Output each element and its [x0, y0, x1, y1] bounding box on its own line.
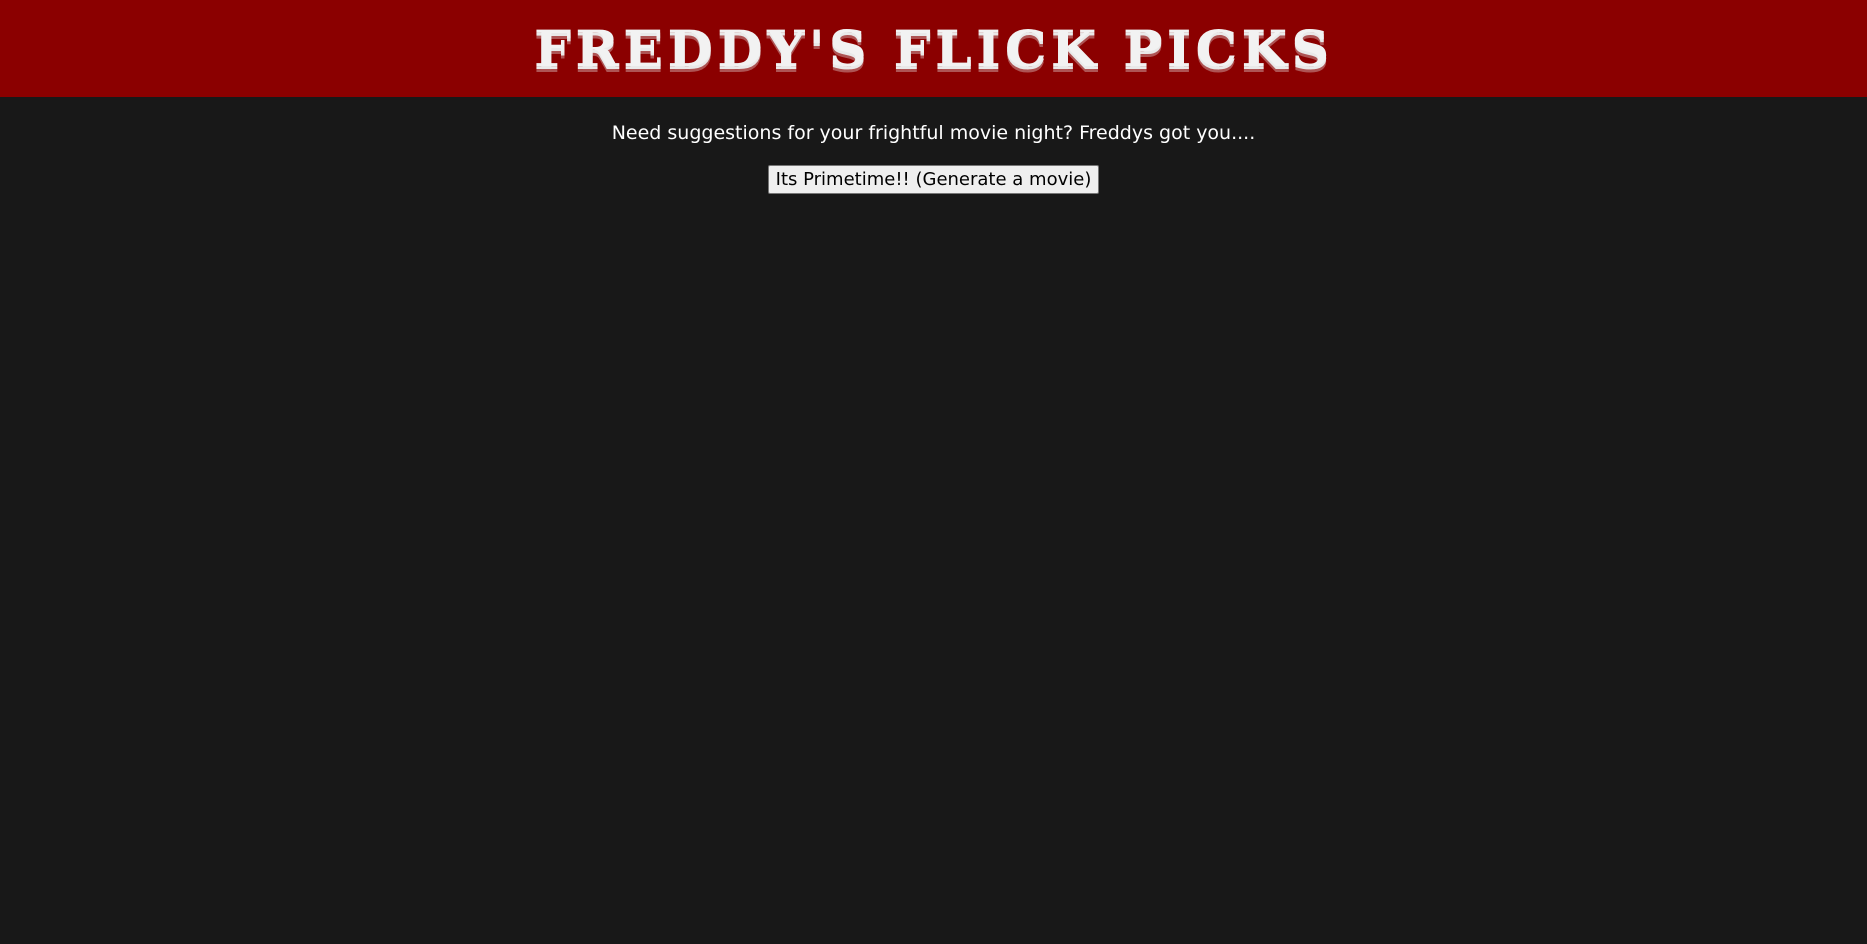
site-title: Freddy's Flick Picks [533, 19, 1334, 78]
tagline: Need suggestions for your frightful movi… [611, 122, 1256, 144]
generate-movie-button[interactable]: Its Primetime!! (Generate a movie) [767, 165, 1100, 194]
main-content: Need suggestions for your frightful movi… [0, 121, 1867, 194]
site-header: Freddy's Flick Picks [0, 0, 1867, 97]
